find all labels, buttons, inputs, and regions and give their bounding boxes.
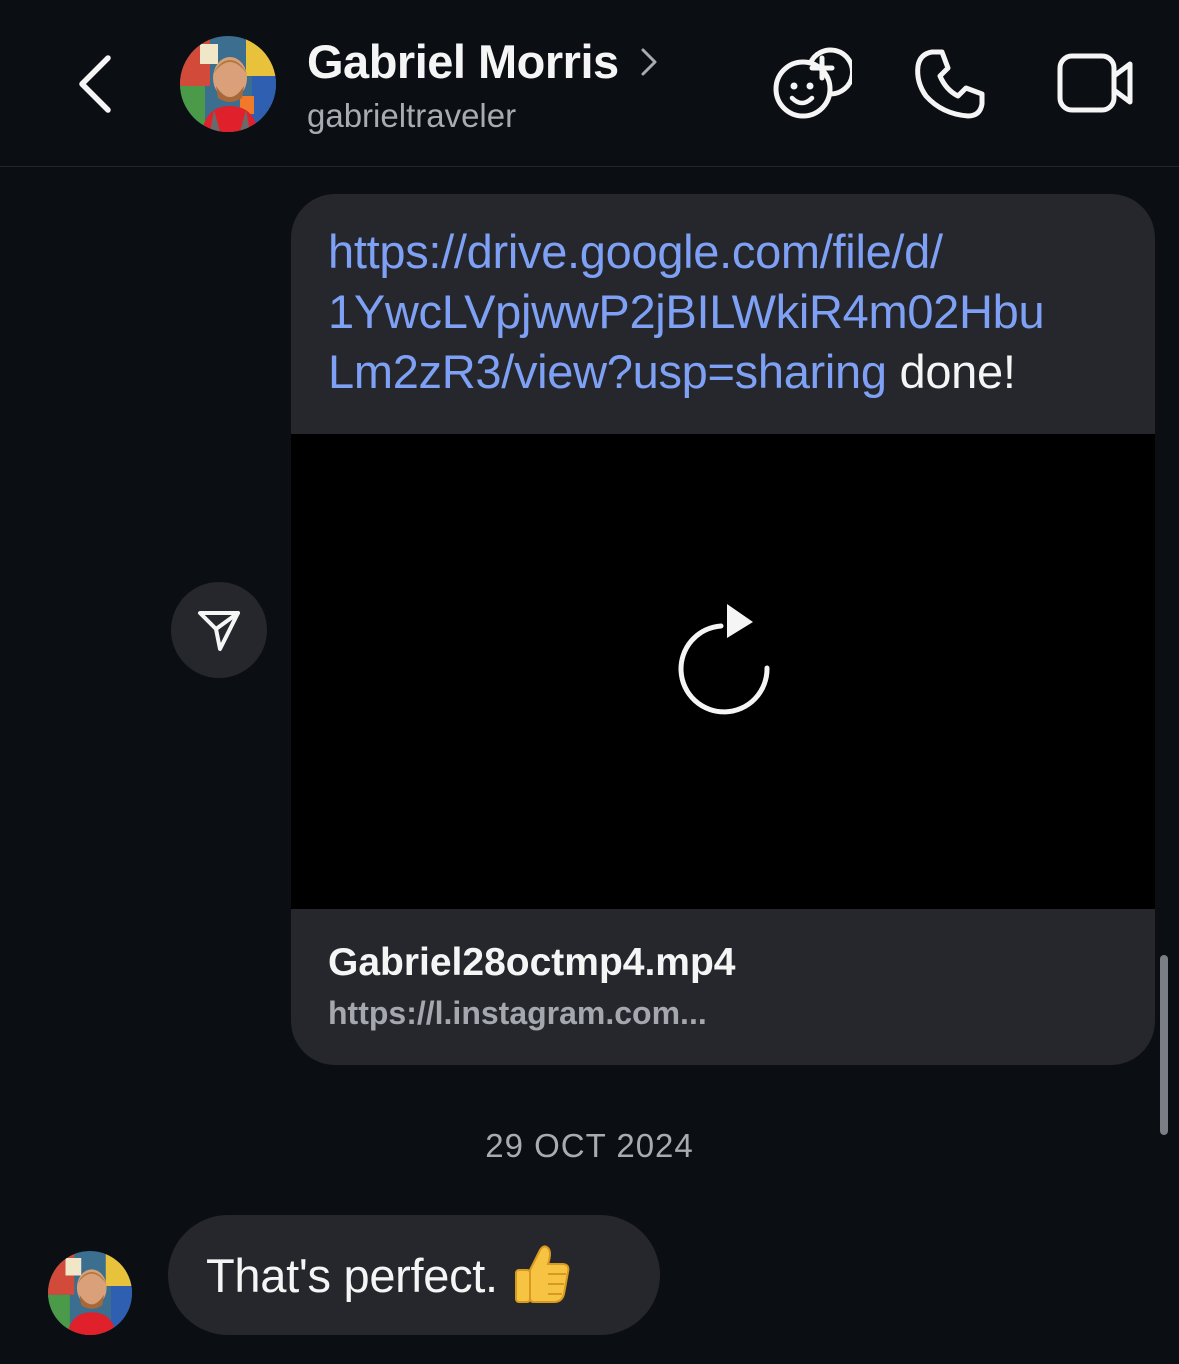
chat-screen: Gabriel Morris gabrieltraveler https://d… (0, 0, 1179, 1364)
chevron-left-icon (79, 55, 111, 113)
send-icon (198, 611, 240, 651)
effects-icon (773, 47, 855, 119)
link-line-1[interactable]: https://drive.google.com/file/d/ (328, 225, 943, 278)
reload-icon[interactable] (671, 604, 777, 720)
attachment-card[interactable]: Gabriel28octmp4.mp4 https://l.instagram.… (291, 909, 1155, 1065)
sent-link-message[interactable]: https://drive.google.com/file/d/ 1YwcLVp… (291, 194, 1155, 434)
received-message-text: That's perfect. (206, 1248, 498, 1302)
back-button[interactable] (70, 50, 122, 118)
effects-button[interactable] (770, 40, 855, 122)
link-line-2[interactable]: 1YwcLVpjwwP2jBILWkiR4m02Hbu (328, 285, 1045, 338)
thumbs-up-icon (514, 1245, 570, 1303)
contact-name: Gabriel Morris (307, 35, 619, 88)
audio-call-button[interactable] (912, 46, 988, 122)
contact-avatar[interactable] (180, 36, 276, 132)
received-message[interactable]: That's perfect. (168, 1215, 660, 1335)
scrollbar[interactable] (1160, 955, 1168, 1135)
phone-icon (915, 49, 985, 119)
attachment-file-name: Gabriel28octmp4.mp4 (328, 941, 736, 984)
contact-username: gabrieltraveler (307, 97, 517, 134)
link-line-3[interactable]: Lm2zR3/view?usp=sharing (328, 345, 887, 398)
share-button[interactable] (171, 582, 267, 678)
video-call-button[interactable] (1056, 50, 1136, 116)
video-camera-icon (1057, 53, 1133, 113)
video-preview[interactable] (291, 434, 1155, 909)
attachment-url: https://l.instagram.com... (328, 995, 707, 1031)
date-separator: 29 OCT 2024 (485, 1127, 694, 1164)
contact-name-link[interactable]: Gabriel Morris (307, 34, 659, 90)
message-trailing-text: done! (886, 345, 1016, 398)
chat-header: Gabriel Morris gabrieltraveler (0, 0, 1179, 167)
chevron-right-icon (641, 48, 657, 76)
sender-avatar[interactable] (48, 1251, 132, 1335)
